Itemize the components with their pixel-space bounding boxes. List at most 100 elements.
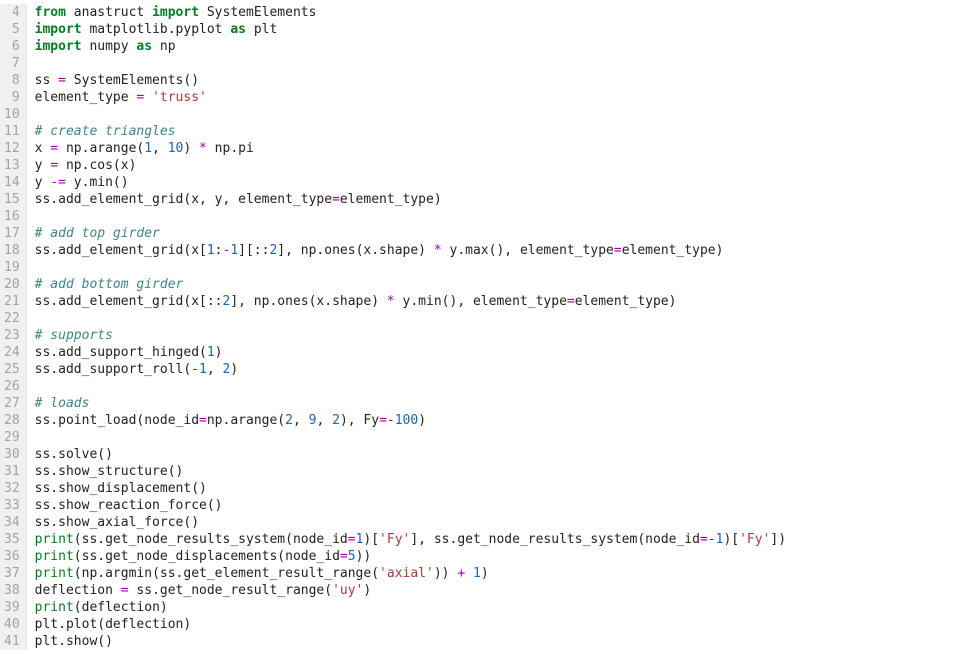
line-number: 30: [4, 446, 20, 463]
line-number: 24: [4, 344, 20, 361]
token-plain: ss.point_load(node_id: [35, 413, 199, 428]
token-plain: ][::: [238, 243, 269, 258]
line-number: 4: [4, 4, 20, 21]
token-plain: (ss.get_node_displacements(node_id: [74, 549, 340, 564]
code-line: print(deflection): [35, 599, 786, 616]
line-number: 36: [4, 548, 20, 565]
token-opc: -: [191, 362, 199, 377]
code-line: ss.add_support_hinged(1): [35, 344, 786, 361]
token-num: 10: [168, 141, 184, 156]
token-plain: )[: [363, 532, 379, 547]
token-num: 1: [144, 141, 152, 156]
line-number: 25: [4, 361, 20, 378]
token-opc: =-: [379, 413, 395, 428]
token-kw: from: [35, 5, 66, 20]
token-plain: ss.show_displacement(): [35, 481, 207, 496]
code-line: ss.point_load(node_id=np.arange(2, 9, 2)…: [35, 412, 786, 429]
token-plain: ss: [35, 73, 58, 88]
token-plain: ss.solve(): [35, 447, 113, 462]
token-plain: y.min(): [66, 175, 129, 190]
code-line: x = np.arange(1, 10) * np.pi: [35, 140, 786, 157]
code-line: import matplotlib.pyplot as plt: [35, 21, 786, 38]
token-plain: ): [481, 566, 489, 581]
token-plain: ss.add_element_grid(x[::: [35, 294, 223, 309]
token-opc: +: [457, 566, 465, 581]
code-line: [35, 429, 786, 446]
token-plain: ], np.ones(x.shape): [230, 294, 387, 309]
line-number: 7: [4, 55, 20, 72]
token-opc: =: [348, 532, 356, 547]
token-plain: np.arange(: [58, 141, 144, 156]
token-plain: x: [35, 141, 51, 156]
code-line: [35, 55, 786, 72]
token-plain: )[: [723, 532, 739, 547]
line-number: 15: [4, 191, 20, 208]
token-plain: SystemElements: [199, 5, 316, 20]
token-plain: element_type): [575, 294, 677, 309]
token-com: # loads: [35, 396, 90, 411]
token-plain: ), Fy: [340, 413, 379, 428]
line-number: 10: [4, 106, 20, 123]
token-plain: SystemElements(): [66, 73, 199, 88]
token-num: 1: [207, 345, 215, 360]
token-opc: =: [332, 192, 340, 207]
token-plain: ): [418, 413, 426, 428]
token-num: 1: [207, 243, 215, 258]
line-number: 21: [4, 293, 20, 310]
token-plain: ss.add_element_grid(x[: [35, 243, 207, 258]
token-plain: ): [183, 141, 199, 156]
token-fn: print: [35, 532, 74, 547]
code-line: [35, 106, 786, 123]
token-opc: =: [567, 294, 575, 309]
token-plain: ss.add_support_hinged(: [35, 345, 207, 360]
token-str: 'axial': [379, 566, 434, 581]
line-number: 17: [4, 225, 20, 242]
line-number: 37: [4, 565, 20, 582]
token-plain: ): [363, 583, 371, 598]
token-opc: =: [50, 141, 58, 156]
token-plain: y: [35, 158, 51, 173]
token-com: # add bottom girder: [35, 277, 184, 292]
token-com: # supports: [35, 328, 113, 343]
token-plain: ,: [207, 362, 223, 377]
token-plain: :: [215, 243, 223, 258]
code-line: ss = SystemElements(): [35, 72, 786, 89]
line-number-gutter: 4567891011121314151617181920212223242526…: [0, 4, 27, 650]
code-line: print(ss.get_node_displacements(node_id=…: [35, 548, 786, 565]
line-number: 26: [4, 378, 20, 395]
token-kw: as: [230, 22, 246, 37]
code-line: y = np.cos(x): [35, 157, 786, 174]
line-number: 14: [4, 174, 20, 191]
line-number: 32: [4, 480, 20, 497]
token-plain: (ss.get_node_results_system(node_id: [74, 532, 348, 547]
token-plain: ss.show_reaction_force(): [35, 498, 223, 513]
token-plain: plt.show(): [35, 634, 113, 649]
token-plain: ], np.ones(x.shape): [277, 243, 434, 258]
token-plain: ,: [152, 141, 168, 156]
code-line: ss.add_element_grid(x, y, element_type=e…: [35, 191, 786, 208]
line-number: 18: [4, 242, 20, 259]
token-str: 'truss': [152, 90, 207, 105]
token-plain: element_type): [622, 243, 724, 258]
token-plain: ): [215, 345, 223, 360]
code-line: [35, 310, 786, 327]
token-plain: ], ss.get_node_results_system(node_id: [410, 532, 700, 547]
token-opc: =-: [700, 532, 716, 547]
token-plain: np.arange(: [207, 413, 285, 428]
token-plain: ,: [316, 413, 332, 428]
token-opc: =: [121, 583, 129, 598]
code-line: from anastruct import SystemElements: [35, 4, 786, 21]
token-opc: *: [199, 141, 207, 156]
code-line: # loads: [35, 395, 786, 412]
line-number: 35: [4, 531, 20, 548]
token-plain: (deflection): [74, 600, 168, 615]
code-line: ss.add_element_grid(x[::2], np.ones(x.sh…: [35, 293, 786, 310]
code-line: ss.add_support_roll(-1, 2): [35, 361, 786, 378]
code-line: import numpy as np: [35, 38, 786, 55]
token-num: 2: [285, 413, 293, 428]
token-opc: *: [387, 294, 395, 309]
token-plain: ): [230, 362, 238, 377]
code-line: print(ss.get_node_results_system(node_id…: [35, 531, 786, 548]
code-line: # add top girder: [35, 225, 786, 242]
token-plain: )): [356, 549, 372, 564]
